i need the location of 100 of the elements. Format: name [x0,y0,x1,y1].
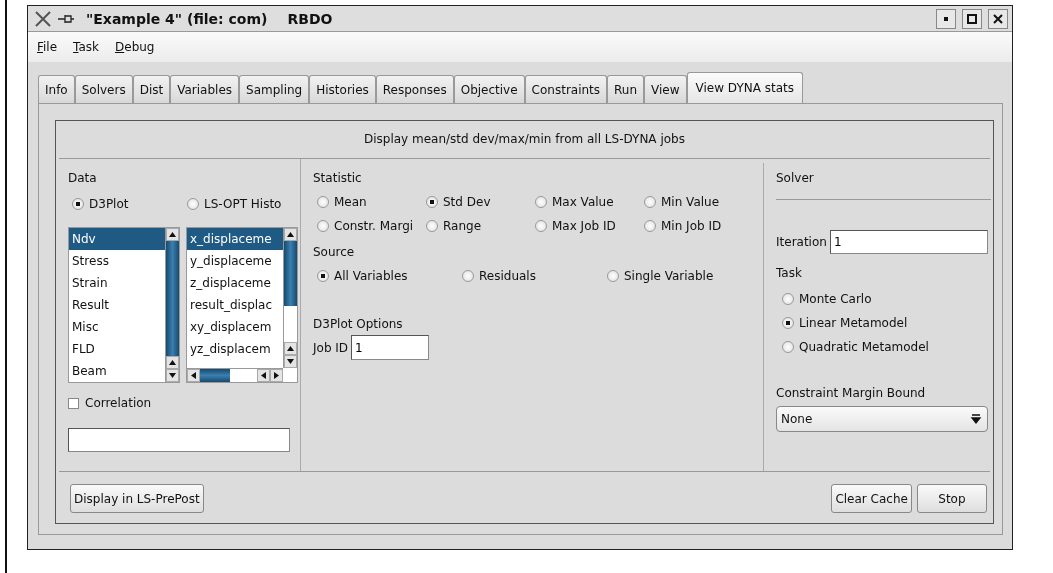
tab[interactable]: Histories [309,75,376,103]
pin-icon[interactable] [58,13,74,24]
radio-option[interactable]: Min Job ID [644,219,751,233]
radio-option[interactable]: Min Value [644,195,751,209]
section-label: Solver [776,171,814,185]
scroll-left-icon[interactable] [187,369,200,382]
radio-option[interactable]: LS-OPT Histo [187,197,288,211]
radio-button[interactable] [187,198,199,210]
scroll-down-icon[interactable] [284,355,297,368]
checkbox[interactable] [68,397,79,409]
scroll-up-icon[interactable] [166,356,179,369]
radio-option[interactable]: Std Dev [426,195,535,209]
radio-button[interactable] [72,198,84,210]
list-item[interactable]: Beam [69,360,165,382]
list-item[interactable]: Stress [69,250,165,272]
radio-option[interactable]: Constr. Margi [317,219,426,233]
minimize-button[interactable] [936,8,956,29]
tab[interactable]: View [644,75,687,103]
radio-option[interactable]: Max Job ID [535,219,644,233]
scrollbar[interactable] [283,228,297,368]
action-button[interactable]: Clear Cache [831,484,912,513]
display-button[interactable]: Display in LS-PrePost [70,484,204,513]
radio-option[interactable]: Range [426,219,535,233]
radio-option[interactable]: Linear Metamodel [782,316,991,330]
app-name: RBDO [287,10,333,27]
close-icon [993,13,1003,24]
radio-option[interactable]: Quadratic Metamodel [782,340,991,354]
radio-button[interactable] [317,220,329,232]
tab[interactable]: View DYNA stats [686,72,804,103]
radio-button[interactable] [782,341,794,353]
radio-option[interactable]: All Variables [317,269,462,283]
list-item[interactable]: x_displaceme [187,228,283,250]
window-title: "Example 4" (file: com) [86,10,268,27]
scrollbar-thumb[interactable] [200,369,230,382]
iteration-field[interactable]: 1 [829,230,988,254]
radio-option[interactable]: Max Value [535,195,644,209]
radio-button[interactable] [535,220,547,232]
minimize-icon [943,15,949,22]
radio-button[interactable] [462,270,474,282]
maximize-button[interactable] [962,8,982,29]
tab[interactable]: Solvers [74,75,133,103]
radio-button[interactable] [426,196,438,208]
list-item[interactable]: xy_displacem [187,316,283,338]
radio-button[interactable] [607,270,619,282]
maximize-icon [967,13,977,24]
close-button[interactable] [988,8,1008,29]
radio-button[interactable] [317,270,329,282]
tab[interactable]: Run [607,75,645,103]
scrollbar[interactable] [187,368,283,382]
tab[interactable]: Info [38,75,75,103]
menu-item[interactable]: Debug [115,40,155,54]
list-item[interactable]: yz_displacem [187,338,283,360]
scroll-up-icon[interactable] [284,228,297,241]
text-field[interactable] [68,428,290,452]
radio-option[interactable]: Residuals [462,269,607,283]
list-item[interactable]: FLD [69,338,165,360]
action-button[interactable]: Stop [916,484,987,513]
radio-button[interactable] [782,293,794,305]
section-label: Task [776,266,802,280]
panel-heading: Display mean/std dev/max/min from all LS-DYNA jobs [59,121,990,159]
scrollbar-thumb[interactable] [166,241,179,356]
checkbox-option[interactable]: Correlation [68,396,288,410]
radio-option[interactable]: D3Plot [72,197,187,211]
list-item[interactable]: result_displac [187,294,283,316]
tab[interactable]: Sampling [239,75,310,103]
menu-item[interactable]: File [37,40,58,54]
list-item[interactable]: Strain [69,272,165,294]
list-item[interactable]: Misc [69,316,165,338]
x-logo-icon [34,9,52,28]
radio-option[interactable]: Monte Carlo [782,292,991,306]
tab[interactable]: Constraints [524,75,608,103]
radio-button[interactable] [535,196,547,208]
radio-option[interactable]: Single Variable [607,269,751,283]
job-id-field[interactable]: 1 [351,335,430,360]
radio-button[interactable] [426,220,438,232]
dropdown[interactable]: None [776,406,988,432]
scroll-right-icon[interactable] [270,369,283,382]
scrollbar[interactable] [165,228,179,382]
radio-button[interactable] [644,196,656,208]
scrollbar-thumb[interactable] [284,241,297,306]
radio-button[interactable] [644,220,656,232]
tab[interactable]: Responses [375,75,454,103]
radio-option[interactable]: Mean [317,195,426,209]
tab[interactable]: Dist [132,75,171,103]
menu-item[interactable]: Task [73,40,99,54]
radio-button[interactable] [317,196,329,208]
scroll-down-icon[interactable] [166,369,179,382]
radio-button[interactable] [782,317,794,329]
scroll-left-icon[interactable] [257,369,270,382]
list-item[interactable]: y_displaceme [187,250,283,272]
list-item[interactable]: z_displaceme [187,272,283,294]
list-item[interactable]: Result [69,294,165,316]
field-label: Iteration [776,235,827,249]
scroll-up-icon[interactable] [166,228,179,241]
tab[interactable]: Variables [170,75,240,103]
tab[interactable]: Objective [453,75,525,103]
section-label: Data [68,171,97,185]
section-label: Constraint Margin Bound [776,386,926,400]
list-item[interactable]: Ndv [69,228,165,250]
scroll-up-icon[interactable] [284,342,297,355]
